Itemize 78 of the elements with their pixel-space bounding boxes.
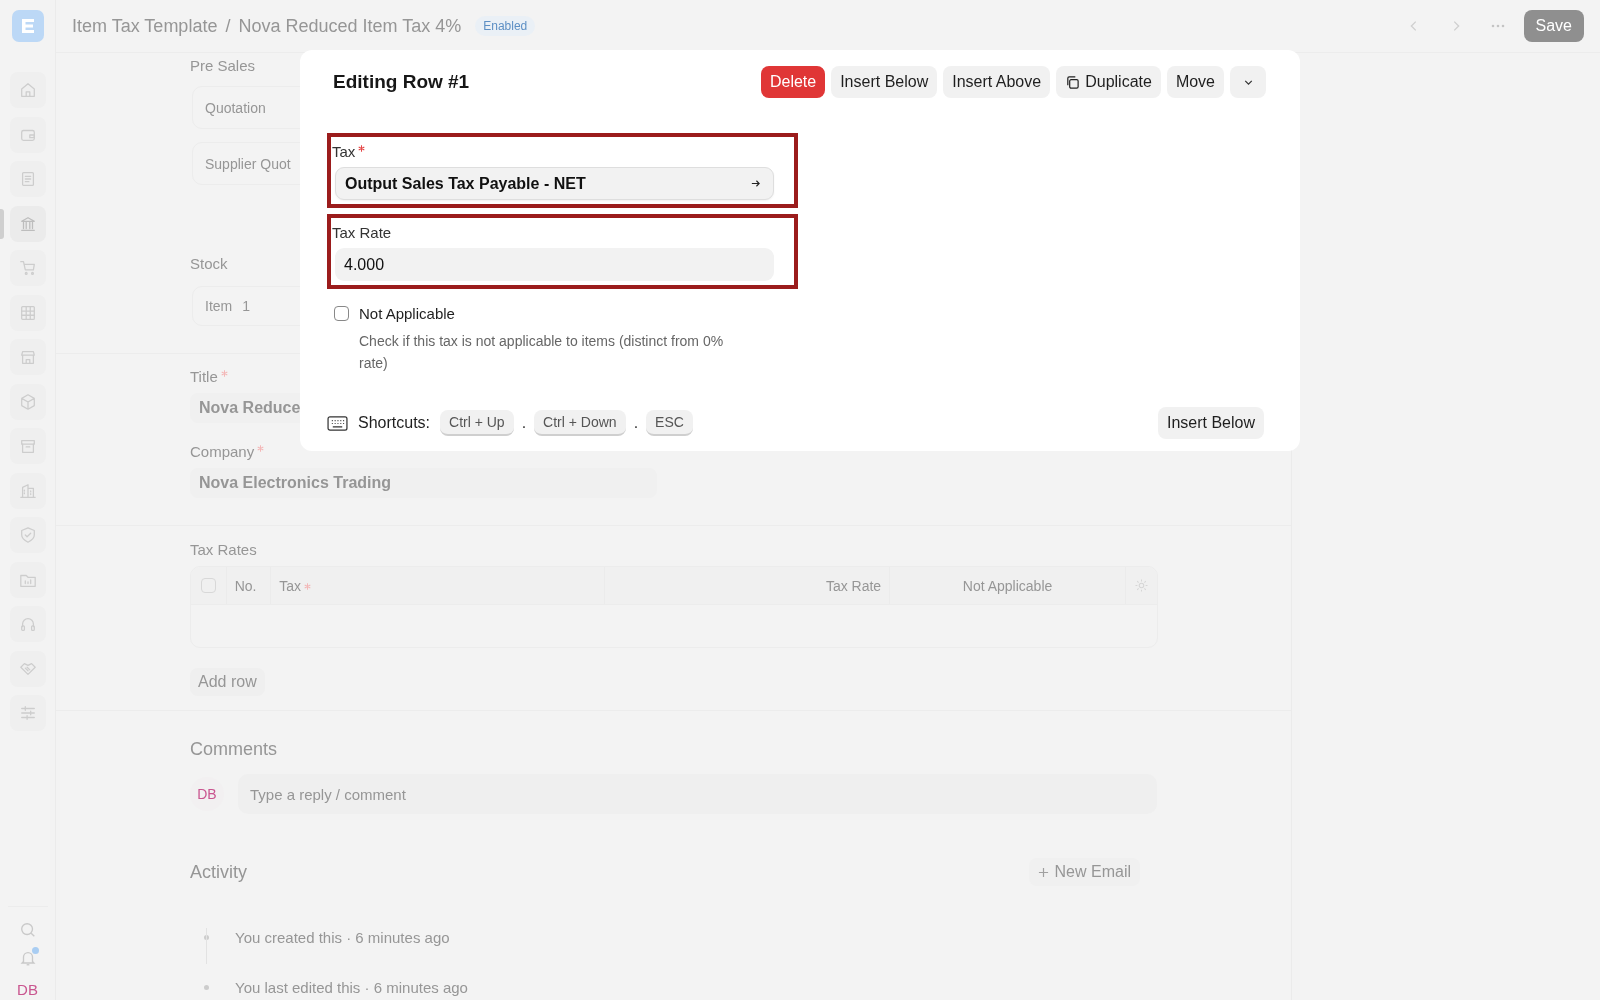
wallet-nav-button[interactable] [9, 116, 46, 153]
section-heading: Comments [190, 739, 278, 760]
dialog-title: Editing Row #1 [333, 71, 470, 93]
box-nav-button[interactable] [9, 383, 46, 420]
column-header: Tax [279, 577, 301, 594]
cart-icon [18, 259, 37, 277]
arrow-right-icon[interactable] [750, 178, 761, 189]
archive-nav-button[interactable] [9, 428, 46, 464]
activity-text: You created this · 6 minutes ago [235, 928, 450, 946]
headset-nav-button[interactable] [9, 606, 46, 642]
field-label: Tax Rate [332, 224, 392, 241]
box-icon [18, 392, 37, 411]
sliders-nav-button[interactable] [9, 695, 46, 731]
shortcuts-label: Shortcuts: [358, 414, 431, 432]
shortcut-separator: . [521, 414, 527, 432]
section-heading: Activity [190, 861, 247, 883]
link-field[interactable]: Output Sales Tax Payable - NET [335, 167, 774, 200]
bank-nav-button[interactable] [9, 205, 46, 242]
insert-below-button[interactable]: Insert Below [1157, 407, 1264, 439]
field-label: Tax Rates [190, 541, 257, 558]
field-label: Tax [332, 143, 356, 160]
comment-input[interactable]: Type a reply / comment [237, 774, 1157, 814]
activity-text: You last edited this · 6 minutes ago [235, 978, 468, 996]
building-icon [18, 481, 37, 500]
bank-icon [18, 214, 37, 233]
field-label: Company [190, 443, 255, 460]
document-title: Nova Reduced Item Tax 4% [238, 15, 462, 37]
shortcut-separator: . [633, 414, 639, 432]
home-icon [18, 81, 37, 99]
column-header: No. [234, 577, 257, 594]
cart-nav-button[interactable] [9, 250, 46, 286]
logo-icon[interactable] [11, 10, 44, 42]
sliders-icon [18, 704, 37, 722]
copy-icon [1065, 74, 1081, 90]
action-button[interactable]: Insert Below [831, 66, 938, 98]
headset-icon [18, 615, 37, 633]
user-avatar[interactable]: DB [17, 981, 38, 998]
item-count: 1 [242, 298, 251, 314]
shield-icon [18, 526, 37, 544]
card-label: Item [205, 298, 233, 314]
status-badge: Enabled [475, 16, 536, 36]
bell-icon[interactable] [18, 949, 37, 967]
timeline-dot [204, 984, 209, 990]
keyboard-shortcut: Ctrl + Up [440, 410, 514, 436]
store-icon [18, 348, 37, 366]
building-nav-button[interactable] [9, 472, 46, 509]
number-field[interactable]: 4.000 [335, 248, 774, 281]
folder-nav-button[interactable] [9, 561, 46, 598]
archive-icon [18, 437, 37, 455]
delete-button[interactable]: Delete [760, 66, 826, 98]
breadcrumb-separator: / [225, 15, 231, 37]
section-heading: Stock [190, 255, 228, 272]
file-nav-button[interactable] [9, 161, 46, 197]
search-icon[interactable] [18, 921, 37, 939]
section-heading: Pre Sales [190, 57, 256, 74]
plus-icon [1037, 866, 1049, 878]
shield-nav-button[interactable] [9, 517, 46, 553]
action-button[interactable]: Insert Above [943, 66, 1051, 98]
table-nav-button[interactable] [9, 294, 46, 331]
keyboard-shortcut: Ctrl + Down [534, 410, 626, 436]
column-header: Not Applicable [962, 577, 1053, 594]
checkbox[interactable] [334, 306, 349, 321]
home-nav-button[interactable] [9, 72, 46, 108]
action-button[interactable]: Move [1166, 66, 1224, 98]
field-label: Title [190, 368, 218, 385]
field-description: Check if this tax is not applicable to items (distinct from 0% rate) [359, 332, 725, 373]
settings-icon[interactable] [1134, 578, 1149, 593]
keyboard-icon [327, 414, 348, 432]
store-nav-button[interactable] [9, 339, 46, 375]
column-header: Tax Rate [825, 577, 882, 594]
handshake-nav-button[interactable] [9, 650, 46, 687]
dropdown-button[interactable] [1230, 66, 1266, 98]
action-button[interactable]: Duplicate [1056, 66, 1161, 98]
checkbox-label[interactable]: Not Applicable [359, 305, 455, 322]
timeline-dot [204, 934, 209, 940]
select-all-checkbox[interactable] [200, 578, 216, 593]
keyboard-shortcut: ESC [646, 410, 693, 436]
table-icon [18, 303, 37, 322]
